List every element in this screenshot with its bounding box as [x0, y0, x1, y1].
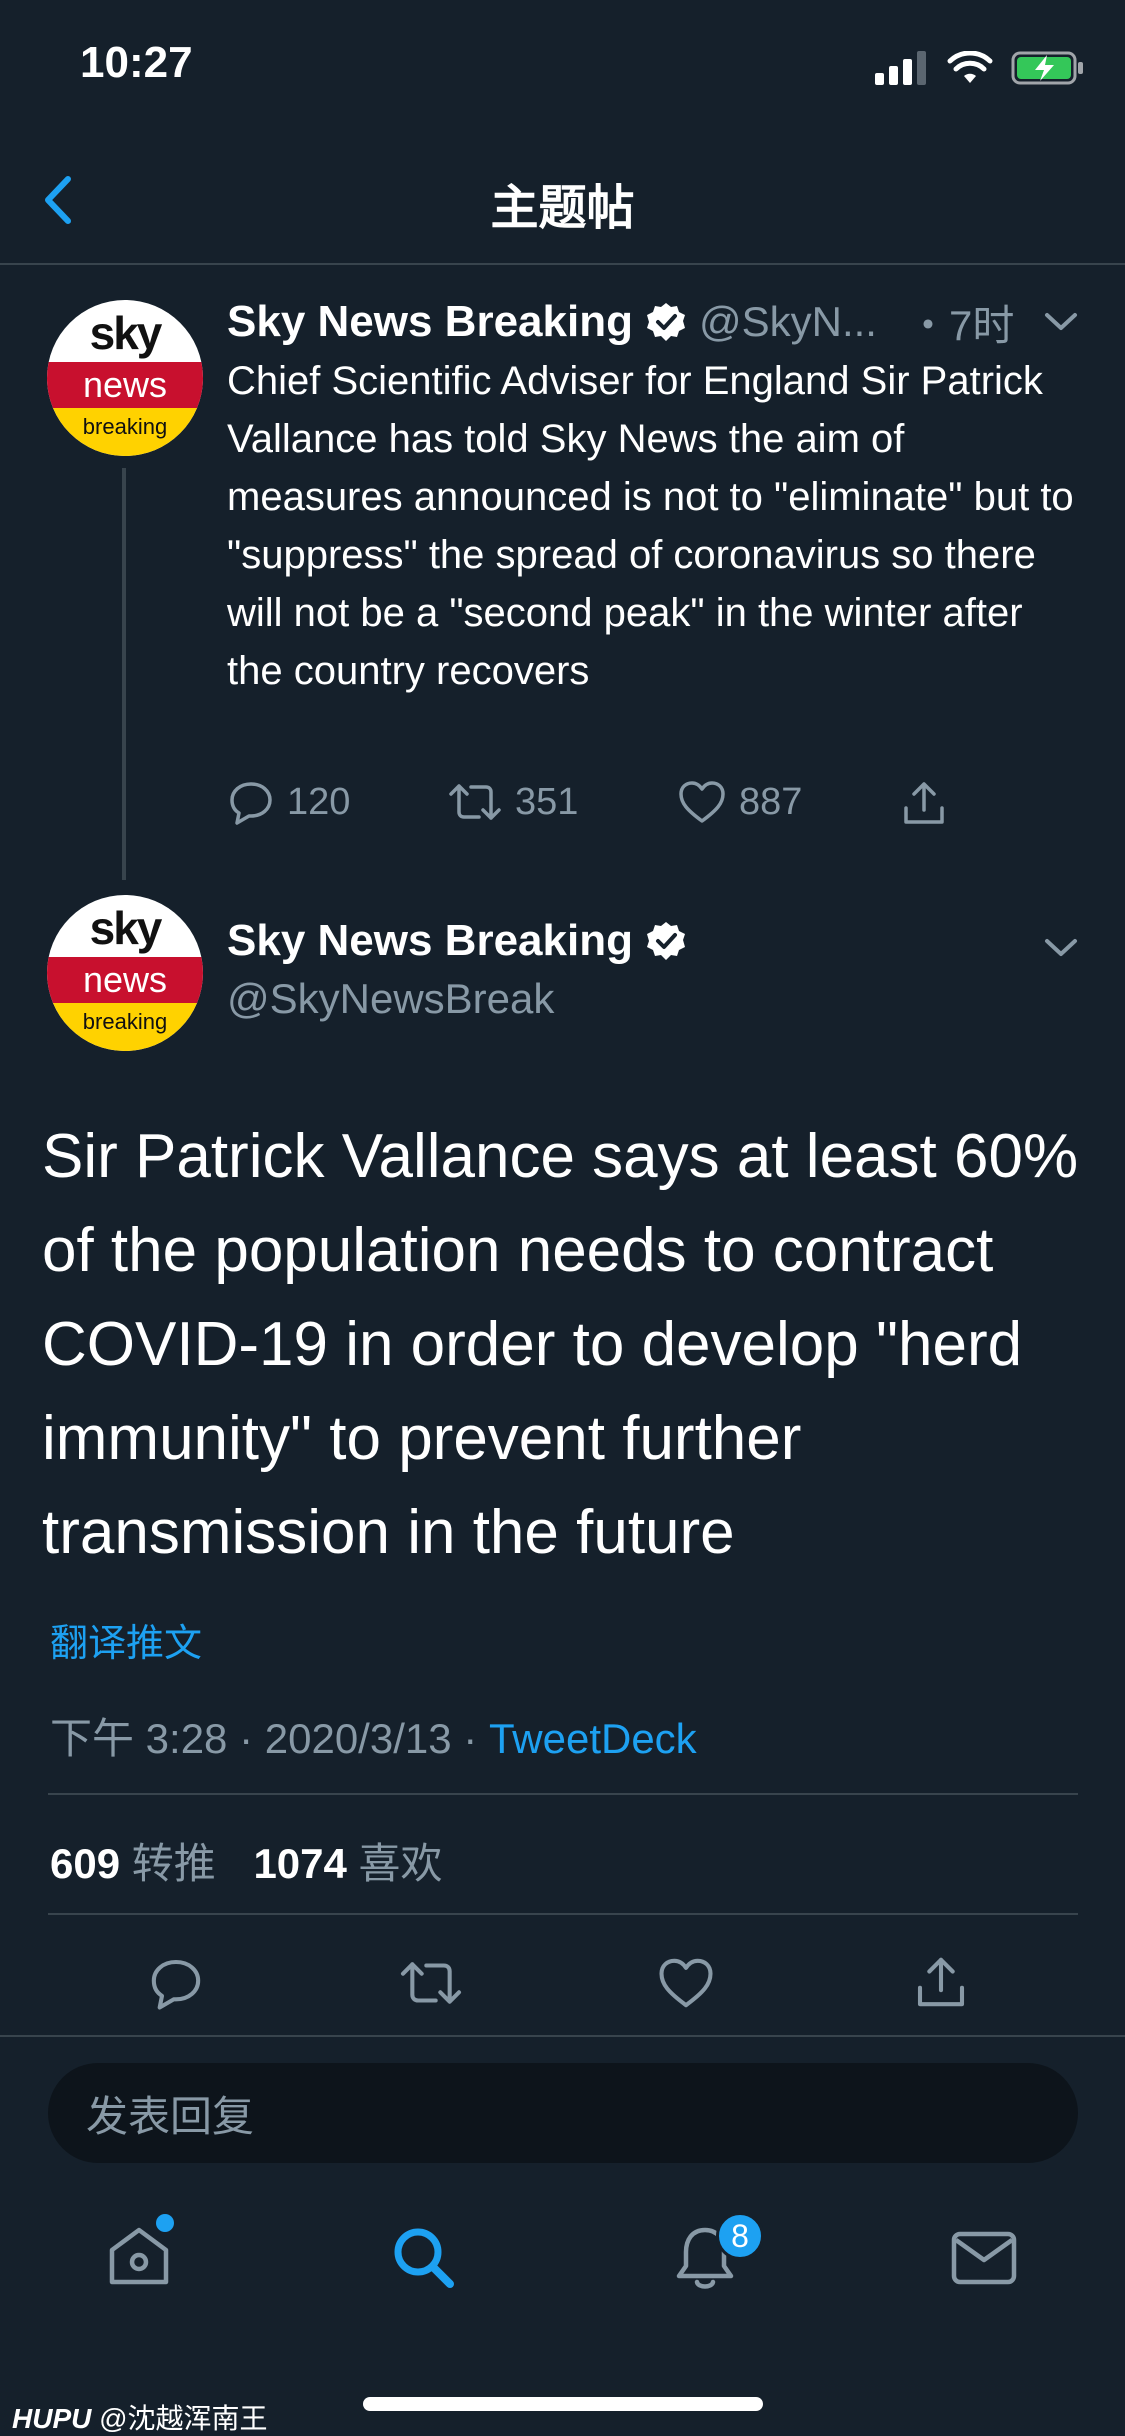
search-icon[interactable] [388, 2222, 458, 2292]
divider [48, 1793, 1078, 1795]
chevron-down-icon[interactable] [1042, 306, 1080, 336]
watermark-brand: HUPU [12, 2403, 92, 2434]
home-indicator[interactable] [363, 2397, 763, 2411]
display-name[interactable]: Sky News Breaking [227, 297, 633, 347]
tweet-time: 下午 3:28 [50, 1715, 228, 1762]
like-action[interactable]: 887 [677, 778, 802, 826]
retweet-action[interactable]: 351 [447, 778, 578, 826]
translate-link[interactable]: 翻译推文 [50, 1612, 202, 1667]
wifi-icon [947, 51, 993, 83]
divider [48, 1913, 1078, 1915]
handle[interactable]: @SkyNewsBreak [227, 975, 554, 1023]
page-title: 主题帖 [490, 182, 635, 235]
display-name[interactable]: Sky News Breaking [227, 916, 633, 966]
like-total: 1074 [253, 1840, 347, 1887]
share-icon[interactable] [900, 778, 948, 828]
time-ago: ・7时 [906, 301, 1015, 349]
reply-count: 120 [287, 780, 351, 823]
likes-stat[interactable]: 1074 喜欢 [253, 1840, 442, 1887]
battery-charging-icon [1011, 51, 1083, 85]
avatar-news-text: news [47, 362, 203, 408]
retweet-count: 351 [515, 780, 579, 823]
separator-dot: · [239, 1715, 265, 1762]
parent-tweet-header: Sky News Breaking @SkyN... ・7时 [227, 292, 1047, 352]
avatar-sky-text: sky [89, 307, 163, 359]
status-icons [875, 48, 1085, 88]
main-tweet-text: Sir Patrick Vallance says at least 60% o… [42, 1122, 1079, 1567]
retweet-label: 转推 [131, 1840, 216, 1887]
watermark-user: @沈越浑南王 [99, 2403, 268, 2434]
verified-badge-icon [646, 922, 685, 960]
reply-input[interactable]: 发表回复 [48, 2063, 1078, 2163]
heart-icon [679, 781, 725, 823]
avatar-news-text: news [47, 957, 203, 1003]
heart-icon[interactable] [656, 1955, 716, 2011]
tweet-date: 2020/3/13 [264, 1715, 452, 1762]
parent-tweet-text: Chief Scientific Adviser for England Sir… [227, 359, 1074, 693]
separator-dot: · [463, 1715, 489, 1762]
like-count: 887 [739, 780, 803, 823]
avatar-breaking-text: breaking [47, 1003, 203, 1051]
avatar-breaking-text: breaking [47, 408, 203, 456]
verified-badge-icon [646, 303, 685, 341]
handle[interactable]: @SkyN... [699, 298, 877, 346]
main-tweet-name: Sky News Breaking [227, 916, 687, 966]
notifications-badge: 8 [716, 2212, 764, 2260]
retweet-icon[interactable] [398, 1955, 464, 2011]
divider [0, 2035, 1125, 2037]
reply-icon[interactable] [148, 1955, 204, 2011]
reply-icon [230, 782, 272, 825]
share-icon[interactable] [913, 1952, 969, 2012]
home-new-dot [156, 2214, 174, 2232]
avatar[interactable]: sky news breaking [47, 300, 203, 456]
cellular-signal-icon [875, 51, 926, 85]
tweet-source-link[interactable]: TweetDeck [489, 1715, 697, 1762]
retweet-total: 609 [50, 1840, 121, 1887]
tweet-meta: 下午 3:28 · 2020/3/13 · TweetDeck [50, 1705, 697, 1766]
reply-action[interactable]: 120 [227, 778, 350, 826]
retweets-stat[interactable]: 609 转推 [50, 1840, 216, 1887]
chevron-down-icon[interactable] [1042, 932, 1080, 962]
status-time: 10:27 [80, 38, 193, 87]
watermark: HUPU @沈越浑南王 [12, 2397, 268, 2436]
avatar-sky-text: sky [89, 902, 163, 954]
tweet-stats: 609 转推 1074 喜欢 [50, 1830, 443, 1891]
avatar[interactable]: sky news breaking [47, 895, 203, 1051]
thread-line [122, 468, 126, 880]
retweet-icon [449, 784, 501, 820]
like-label: 喜欢 [358, 1840, 443, 1887]
messages-envelope-icon[interactable] [948, 2226, 1020, 2290]
